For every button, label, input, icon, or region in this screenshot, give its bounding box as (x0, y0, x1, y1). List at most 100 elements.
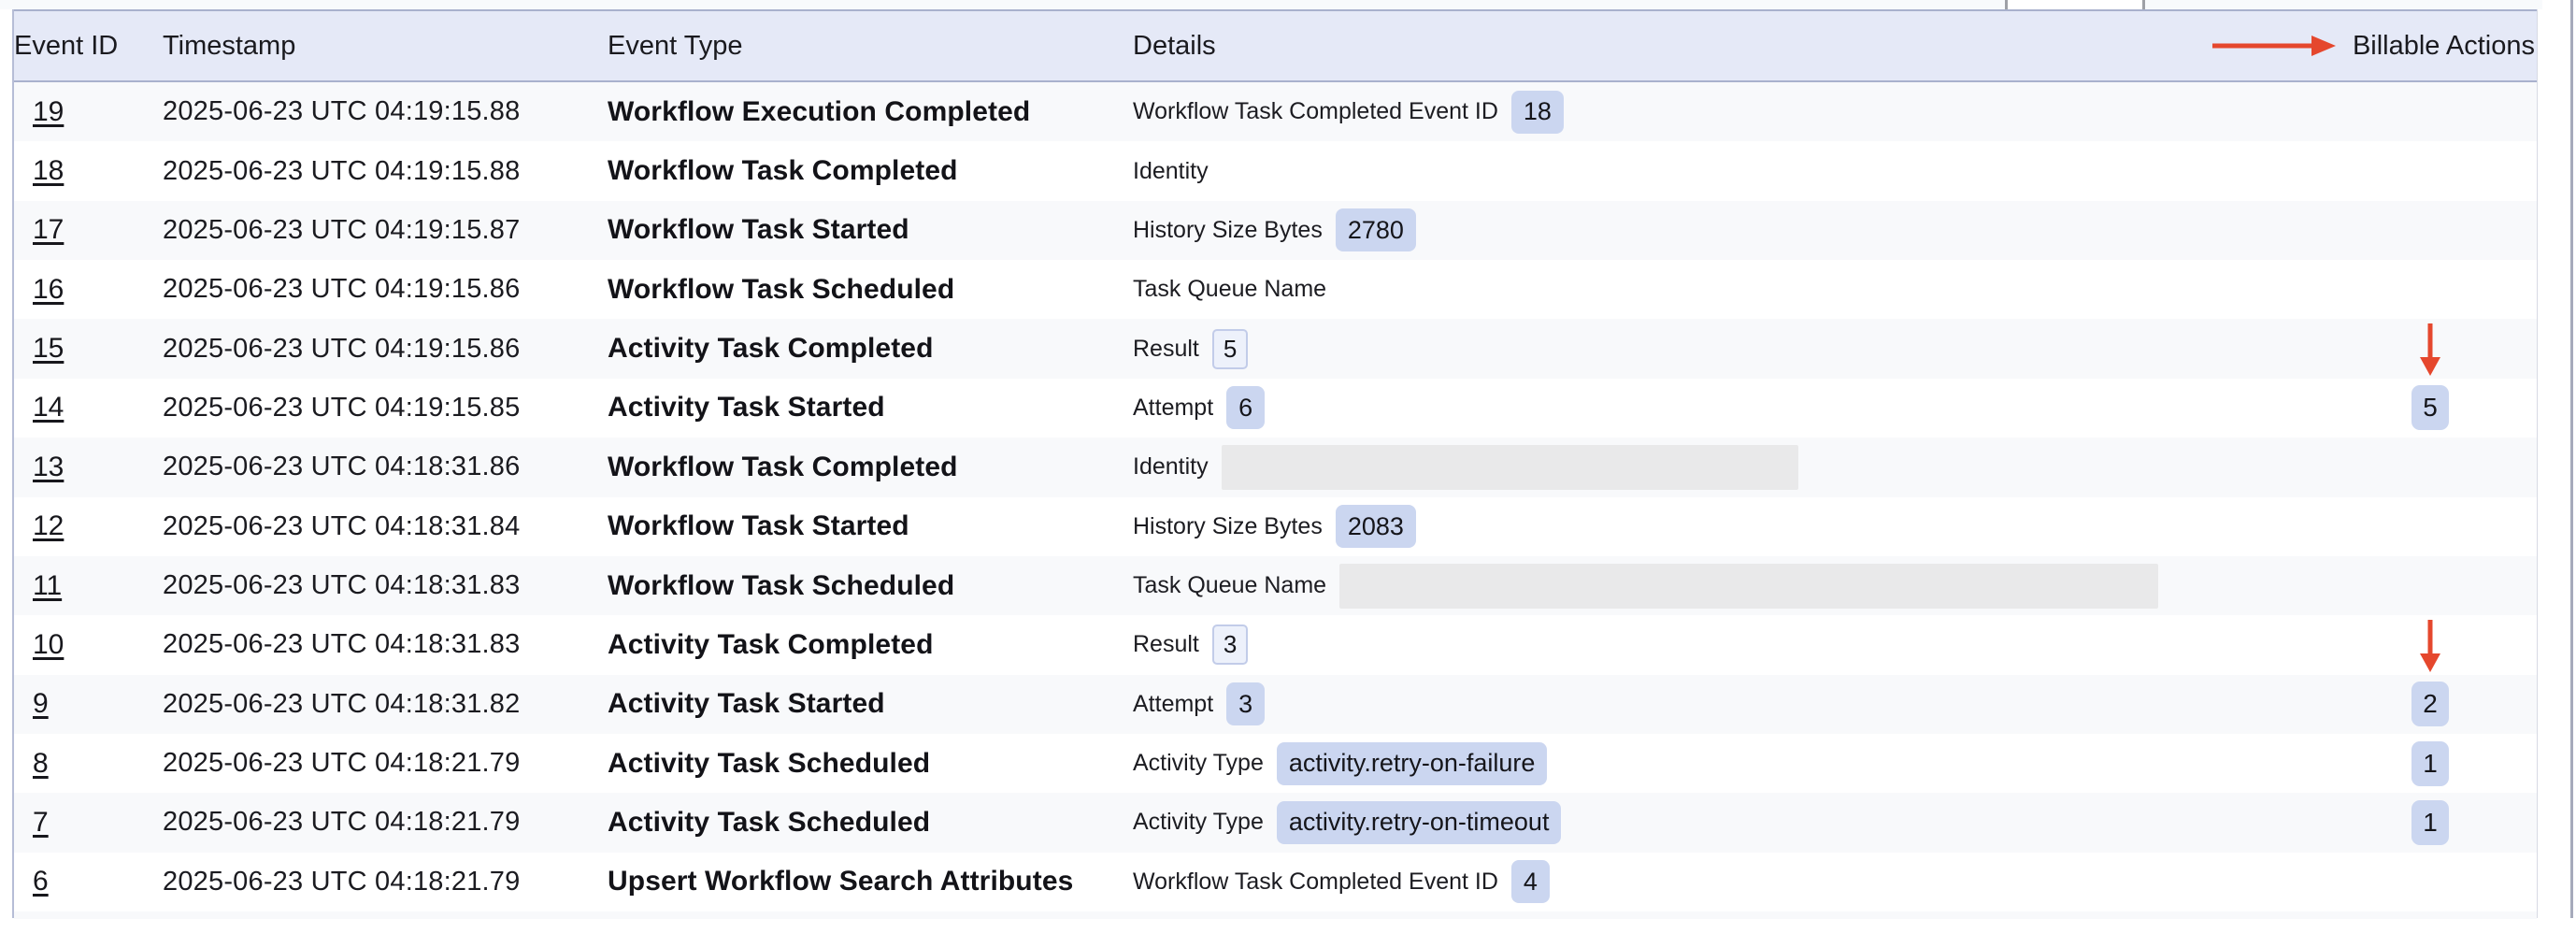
event-id-cell: 17 (14, 214, 163, 246)
event-type: Activity Task Completed (608, 629, 1133, 661)
event-id-link[interactable]: 19 (33, 96, 64, 128)
event-id-link[interactable]: 7 (33, 807, 49, 839)
billable-actions-cell: 2 (2189, 682, 2537, 726)
event-details: Attempt 6 (1133, 386, 2189, 429)
event-id-link[interactable]: 15 (33, 333, 64, 365)
detail-label: Activity Type (1133, 809, 1264, 836)
redacted-detail-value (1339, 564, 2158, 609)
event-timestamp: 2025-06-23 UTC 04:19:15.85 (163, 393, 608, 423)
event-details: History Size Bytes 2780 (1133, 208, 2189, 251)
event-timestamp: 2025-06-23 UTC 04:18:31.83 (163, 629, 608, 660)
event-type: Workflow Task Started (608, 214, 1133, 246)
event-type: Activity Task Completed (608, 333, 1133, 365)
detail-label: Activity Type (1133, 750, 1264, 777)
window-edge-divider (2570, 0, 2573, 918)
event-details: History Size Bytes 2083 (1133, 505, 2189, 548)
detail-value-badge: 6 (1226, 386, 1265, 429)
event-id-cell: 8 (14, 748, 163, 780)
table-row: 8 2025-06-23 UTC 04:18:21.79 Activity Ta… (14, 734, 2537, 793)
event-timestamp: 2025-06-23 UTC 04:18:31.83 (163, 570, 608, 601)
event-id-link[interactable]: 16 (33, 274, 64, 306)
detail-label: History Size Bytes (1133, 513, 1323, 540)
detail-value-badge: 18 (1511, 91, 1564, 134)
event-timestamp: 2025-06-23 UTC 04:18:31.86 (163, 452, 608, 482)
event-id-link[interactable]: 12 (33, 510, 64, 542)
table-row: 16 2025-06-23 UTC 04:19:15.86 Workflow T… (14, 260, 2537, 319)
event-id-cell: 18 (14, 155, 163, 187)
table-body: 19 2025-06-23 UTC 04:19:15.88 Workflow E… (14, 82, 2537, 919)
event-details: Result 3 (1133, 624, 2189, 665)
event-timestamp: 2025-06-23 UTC 04:18:21.79 (163, 748, 608, 779)
event-type: Activity Task Started (608, 392, 1133, 423)
column-header-event-type: Event Type (608, 31, 1133, 62)
event-type: Workflow Task Completed (608, 452, 1133, 483)
event-id-cell: 13 (14, 452, 163, 483)
event-id-cell: 11 (14, 570, 163, 602)
event-type: Activity Task Started (608, 688, 1133, 720)
billable-actions-cell: 5 (2189, 385, 2537, 430)
table-row: 9 2025-06-23 UTC 04:18:31.82 Activity Ta… (14, 675, 2537, 734)
event-id-cell: 16 (14, 274, 163, 306)
event-type: Activity Task Scheduled (608, 748, 1133, 780)
event-timestamp: 2025-06-23 UTC 04:19:15.88 (163, 156, 608, 187)
event-id-link[interactable]: 6 (33, 866, 49, 897)
column-header-billable-actions-label: Billable Actions (2353, 31, 2535, 62)
table-header-row: Event ID Timestamp Event Type Details Bi… (14, 9, 2537, 82)
event-id-link[interactable]: 10 (33, 629, 64, 661)
event-timestamp: 2025-06-23 UTC 04:19:15.86 (163, 334, 608, 365)
annotation-arrow-right-icon (2211, 32, 2338, 60)
event-id-link[interactable]: 8 (33, 748, 49, 780)
event-details: Activity Type activity.retry-on-failure (1133, 742, 2189, 785)
detail-label: Attempt (1133, 395, 1213, 422)
event-type: Activity Task Scheduled (608, 807, 1133, 839)
event-id-link[interactable]: 14 (33, 392, 64, 423)
billable-actions-cell: 1 (2189, 741, 2537, 786)
event-timestamp: 2025-06-23 UTC 04:18:21.79 (163, 807, 608, 838)
event-id-cell: 15 (14, 333, 163, 365)
event-id-cell: 12 (14, 510, 163, 542)
event-details: Attempt 3 (1133, 682, 2189, 725)
top-cropped-control[interactable] (2005, 0, 2145, 9)
table-row: 11 2025-06-23 UTC 04:18:31.83 Workflow T… (14, 556, 2537, 615)
event-details: Workflow Task Completed Event ID 18 (1133, 91, 2189, 134)
billable-actions-count-badge: 2 (2411, 682, 2449, 726)
event-details: Result 5 (1133, 329, 2189, 369)
detail-value-badge: activity.retry-on-timeout (1277, 801, 1562, 844)
table-row: 13 2025-06-23 UTC 04:18:31.86 Workflow T… (14, 438, 2537, 496)
event-timestamp: 2025-06-23 UTC 04:18:31.84 (163, 511, 608, 542)
event-details: Workflow Task Completed Event ID 4 (1133, 860, 2189, 903)
column-header-details: Details (1133, 31, 2189, 62)
event-id-cell: 9 (14, 688, 163, 720)
table-row: 17 2025-06-23 UTC 04:19:15.87 Workflow T… (14, 201, 2537, 260)
column-header-timestamp: Timestamp (163, 31, 608, 62)
event-id-cell: 19 (14, 96, 163, 128)
event-id-link[interactable]: 13 (33, 452, 64, 483)
detail-value-badge: 2780 (1336, 208, 1416, 251)
table-row: 6 2025-06-23 UTC 04:18:21.79 Upsert Work… (14, 853, 2537, 911)
event-type: Workflow Task Scheduled (608, 274, 1133, 306)
event-timestamp: 2025-06-23 UTC 04:18:21.79 (163, 867, 608, 897)
detail-value-badge: 2083 (1336, 505, 1416, 548)
redacted-detail-value (1222, 445, 1798, 490)
event-id-link[interactable]: 17 (33, 214, 64, 246)
event-id-cell: 6 (14, 866, 163, 897)
event-timestamp: 2025-06-23 UTC 04:19:15.86 (163, 274, 608, 305)
event-type: Workflow Task Completed (608, 155, 1133, 187)
annotation-arrow-down-icon (2411, 322, 2449, 376)
event-id-link[interactable]: 18 (33, 155, 64, 187)
detail-label: Workflow Task Completed Event ID (1133, 868, 1498, 896)
billable-actions-cell (2189, 322, 2537, 376)
detail-value-badge: 4 (1511, 860, 1550, 903)
detail-label: Identity (1133, 158, 1209, 185)
event-details: Identity (1133, 158, 2189, 185)
column-header-event-id: Event ID (14, 31, 163, 62)
event-id-link[interactable]: 11 (33, 570, 62, 602)
event-details: Activity Type activity.retry-on-timeout (1133, 801, 2189, 844)
event-id-link[interactable]: 9 (33, 688, 49, 720)
detail-label: Task Queue Name (1133, 276, 1326, 303)
detail-value-badge: 3 (1212, 624, 1248, 665)
event-type: Workflow Task Started (608, 510, 1133, 542)
table-row: 15 2025-06-23 UTC 04:19:15.86 Activity T… (14, 319, 2537, 378)
event-details: Identity (1133, 445, 2189, 490)
billable-actions-cell (2189, 618, 2537, 672)
